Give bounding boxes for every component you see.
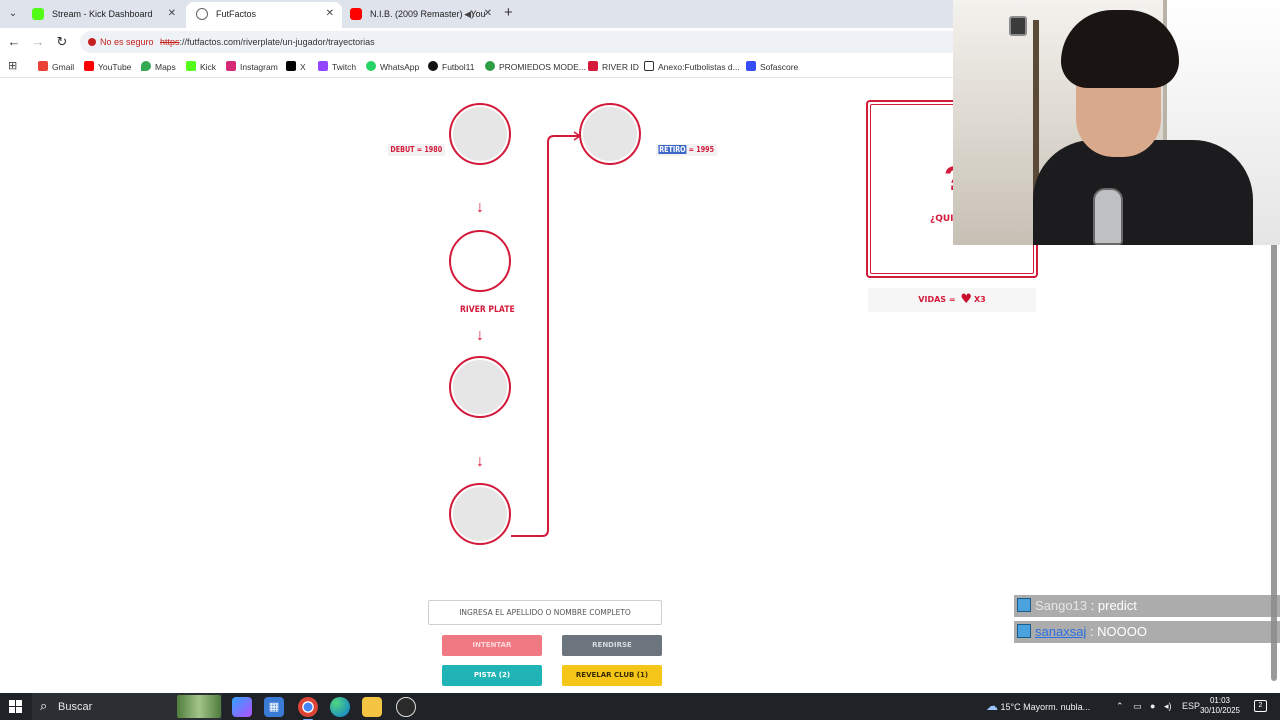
- windows-taskbar: ⌕ Buscar ▦ ☁ 15°C Mayorm. nubla... ⌃ ▭ ●…: [0, 693, 1280, 720]
- chat-badge-icon: [1017, 624, 1031, 638]
- cloud-icon: ☁: [986, 699, 998, 713]
- edge-icon[interactable]: [330, 697, 350, 717]
- club-slot-3: [449, 356, 511, 418]
- heart-icon: ♥: [960, 292, 972, 307]
- hint-button[interactable]: PISTA (2): [442, 665, 542, 686]
- club-slot-1: [449, 103, 511, 165]
- give-up-button[interactable]: RENDIRSE: [562, 635, 662, 656]
- obs-icon[interactable]: [396, 697, 416, 717]
- reveal-club-button[interactable]: REVELAR CLUB (1): [562, 665, 662, 686]
- notification-icon[interactable]: 2: [1254, 700, 1267, 712]
- debut-label: DEBUT = 1980: [388, 144, 445, 156]
- taskbar-clock[interactable]: 01:03 30/10/2025: [1198, 696, 1242, 716]
- player-name-input[interactable]: INGRESA EL APELLIDO O NOMBRE COMPLETO: [428, 600, 662, 625]
- webcam-wall-badge: [1009, 16, 1027, 36]
- search-highlight-image: [177, 695, 221, 718]
- microphone-tray-icon[interactable]: ●: [1150, 693, 1155, 720]
- chat-message: sanaxsaj : NOOOO: [1014, 621, 1280, 643]
- file-explorer-icon[interactable]: [362, 697, 382, 717]
- club-slot-5: [579, 103, 641, 165]
- lives-counter: VIDAS = ♥ X3: [868, 288, 1036, 312]
- try-button[interactable]: INTENTAR: [442, 635, 542, 656]
- chrome-icon[interactable]: [298, 697, 318, 720]
- chevron-up-icon[interactable]: ⌃: [1116, 693, 1124, 720]
- speaker-icon[interactable]: ◂): [1164, 693, 1172, 720]
- club-name-river-plate: RIVER PLATE: [460, 305, 515, 315]
- taskbar-search[interactable]: ⌕ Buscar: [32, 693, 222, 720]
- retiro-label: RETIRO = 1995: [656, 144, 717, 156]
- search-icon: ⌕: [40, 698, 48, 713]
- chat-badge-icon: [1017, 598, 1031, 612]
- windows-start-icon[interactable]: [9, 700, 22, 713]
- weather-widget[interactable]: ☁ 15°C Mayorm. nubla...: [986, 693, 1090, 720]
- chat-message: Sango13 : predict: [1014, 595, 1280, 617]
- display-icon[interactable]: ▭: [1133, 693, 1142, 720]
- club-slot-2: [449, 230, 511, 292]
- down-arrow-icon: ↓: [476, 327, 484, 344]
- webcam-overlay: [953, 0, 1280, 245]
- copilot-icon[interactable]: [232, 697, 252, 717]
- club-slot-4: [449, 483, 511, 545]
- store-icon[interactable]: ▦: [264, 697, 284, 717]
- microphone-icon: [1093, 188, 1123, 245]
- down-arrow-icon: ↓: [476, 453, 484, 470]
- webcam-person-body: [1033, 140, 1253, 245]
- webcam-person-hair: [1061, 10, 1179, 88]
- down-arrow-icon: ↓: [476, 199, 484, 216]
